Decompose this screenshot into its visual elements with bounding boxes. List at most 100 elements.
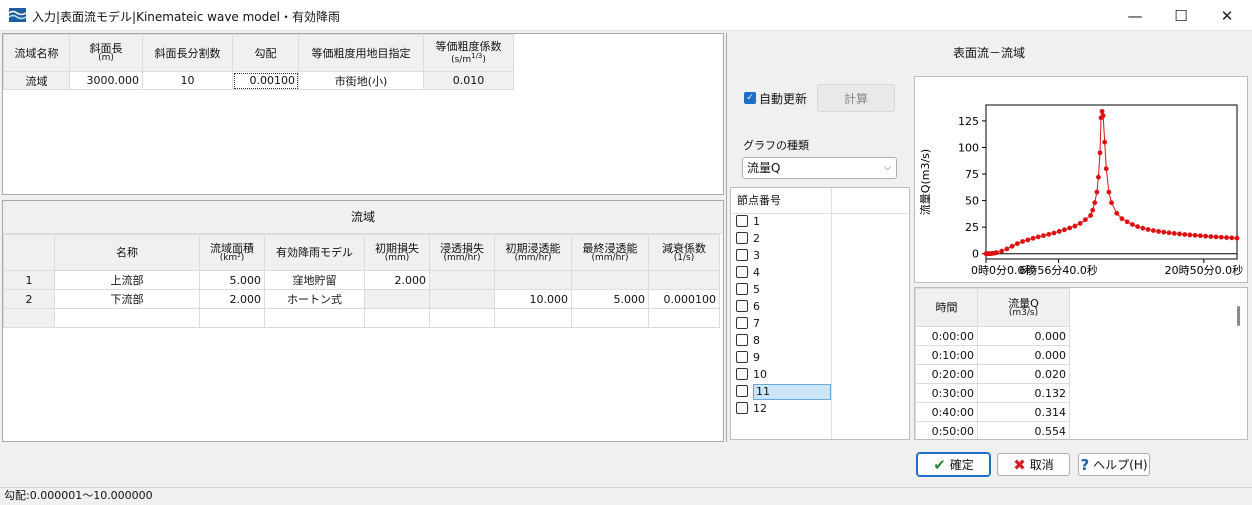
minimize-button[interactable]: — — [1112, 0, 1158, 31]
node-checkbox[interactable] — [736, 283, 748, 295]
col-header-slope-length[interactable]: 斜面長 (m) — [69, 34, 143, 72]
table-row[interactable]: 0:10:00 0.000 — [915, 345, 1070, 365]
area-cell[interactable]: 5.000 — [199, 270, 265, 290]
node-checkbox[interactable] — [736, 402, 748, 414]
app-icon — [9, 8, 26, 22]
col-header-infiltration-loss[interactable]: 浸透損失 (mm/hr) — [429, 234, 495, 271]
table-row[interactable]: 0:50:00 0.554 — [915, 421, 1070, 439]
area-cell[interactable] — [199, 308, 265, 328]
col-header-decay[interactable]: 減衰係数 (1/s) — [648, 234, 720, 271]
final-infiltration-cell[interactable]: 5.000 — [571, 289, 649, 309]
calculate-button[interactable]: 計算 — [817, 84, 895, 112]
maximize-button[interactable]: ☐ — [1158, 0, 1204, 31]
time-cell[interactable]: 0:20:00 — [915, 364, 978, 384]
row-number[interactable]: 2 — [3, 289, 55, 309]
initial-infiltration-cell[interactable] — [494, 308, 572, 328]
gradient-cell[interactable]: 0.00100 — [232, 71, 299, 90]
node-label: 12 — [753, 402, 767, 415]
node-row[interactable]: 8 — [731, 333, 909, 350]
node-row[interactable]: 1 — [731, 214, 909, 231]
col-header-basin-name[interactable]: 流域名称 — [3, 34, 70, 72]
table-row[interactable]: 1 上流部 5.000 窪地貯留 2.000 — [3, 270, 720, 290]
row-number[interactable] — [3, 308, 55, 328]
node-checkbox[interactable] — [736, 368, 748, 380]
time-cell[interactable]: 0:10:00 — [915, 345, 978, 365]
name-cell[interactable] — [54, 308, 200, 328]
col-header-area[interactable]: 流域面積 (km²) — [199, 234, 265, 271]
col-header-slope-divisions[interactable]: 斜面長分割数 — [142, 34, 233, 72]
rain-model-cell[interactable]: 窪地貯留 — [264, 270, 365, 290]
node-row[interactable]: 10 — [731, 367, 909, 384]
col-header-land-use[interactable]: 等価粗度用地目指定 — [298, 34, 424, 72]
cancel-button[interactable]: ✖ 取消 — [997, 453, 1070, 476]
node-checkbox[interactable] — [736, 385, 748, 397]
node-row[interactable]: 3 — [731, 248, 909, 265]
node-checkbox[interactable] — [736, 249, 748, 261]
initial-infiltration-cell[interactable]: 10.000 — [494, 289, 572, 309]
node-row[interactable]: 2 — [731, 231, 909, 248]
decay-cell[interactable]: 0.000100 — [648, 289, 720, 309]
node-row[interactable]: 4 — [731, 265, 909, 282]
name-cell[interactable]: 下流部 — [54, 289, 200, 309]
basin-name-cell[interactable]: 流域 — [3, 71, 70, 90]
table-row[interactable]: 0:00:00 0.000 — [915, 326, 1070, 346]
scrollbar-thumb[interactable] — [1237, 306, 1240, 326]
node-row[interactable]: 5 — [731, 282, 909, 299]
table-row[interactable]: 0:20:00 0.020 — [915, 364, 1070, 384]
node-row[interactable]: 12 — [731, 401, 909, 418]
node-checkbox[interactable] — [736, 317, 748, 329]
roughness-cell[interactable]: 0.010 — [423, 71, 514, 90]
flow-cell[interactable]: 0.314 — [977, 402, 1070, 422]
final-infiltration-cell[interactable] — [571, 308, 649, 328]
node-row[interactable]: 9 — [731, 350, 909, 367]
col-header-final-infiltration[interactable]: 最終浸透能 (mm/hr) — [571, 234, 649, 271]
initial-loss-cell[interactable]: 2.000 — [364, 270, 430, 290]
graph-type-select[interactable]: 流量Q ⌵ — [742, 157, 897, 179]
col-header-roughness[interactable]: 等価粗度係数 (s/m1/3) — [423, 34, 514, 72]
node-row[interactable]: 6 — [731, 299, 909, 316]
table-row[interactable]: 0:30:00 0.132 — [915, 383, 1070, 403]
col-header-gradient[interactable]: 勾配 — [232, 34, 299, 72]
land-use-cell[interactable]: 市街地(小) — [298, 71, 424, 90]
help-button[interactable]: ? ヘルプ(H) — [1078, 453, 1150, 476]
node-row[interactable]: 11 — [731, 384, 909, 401]
flow-cell[interactable]: 0.020 — [977, 364, 1070, 384]
node-row[interactable]: 7 — [731, 316, 909, 333]
infiltration-loss-cell[interactable] — [429, 308, 495, 328]
node-checkbox[interactable] — [736, 215, 748, 227]
node-checkbox[interactable] — [736, 266, 748, 278]
table-row-new[interactable] — [3, 308, 720, 328]
col-header-name[interactable]: 名称 — [54, 234, 200, 271]
time-cell[interactable]: 0:00:00 — [915, 326, 978, 346]
table-row[interactable]: 2 下流部 2.000 ホートン式 10.000 5.000 0.000100 — [3, 289, 720, 309]
node-checkbox[interactable] — [736, 334, 748, 346]
col-header-rain-model[interactable]: 有効降雨モデル — [264, 234, 365, 271]
rain-model-cell[interactable]: ホートン式 — [264, 289, 365, 309]
flow-cell[interactable]: 0.554 — [977, 421, 1070, 439]
flow-cell[interactable]: 0.000 — [977, 326, 1070, 346]
time-cell[interactable]: 0:30:00 — [915, 383, 978, 403]
initial-loss-cell[interactable] — [364, 308, 430, 328]
auto-update-checkbox[interactable]: ✓ — [744, 92, 756, 104]
node-checkbox[interactable] — [736, 300, 748, 312]
col-header-initial-infiltration[interactable]: 初期浸透能 (mm/hr) — [494, 234, 572, 271]
flow-cell[interactable]: 0.000 — [977, 345, 1070, 365]
col-header-initial-loss[interactable]: 初期損失 (mm) — [364, 234, 430, 271]
row-number[interactable]: 1 — [3, 270, 55, 290]
time-cell[interactable]: 0:50:00 — [915, 421, 978, 439]
node-checkbox[interactable] — [736, 232, 748, 244]
slope-length-cell[interactable]: 3000.000 — [69, 71, 143, 90]
col-header-flow[interactable]: 流量Q (m3/s) — [977, 288, 1070, 327]
area-cell[interactable]: 2.000 — [199, 289, 265, 309]
col-header-time[interactable]: 時間 — [915, 288, 978, 327]
ok-button[interactable]: ✔ 確定 — [916, 452, 991, 477]
slope-divisions-cell[interactable]: 10 — [142, 71, 233, 90]
rain-model-cell[interactable] — [264, 308, 365, 328]
close-button[interactable]: ✕ — [1204, 0, 1250, 31]
flow-cell[interactable]: 0.132 — [977, 383, 1070, 403]
time-cell[interactable]: 0:40:00 — [915, 402, 978, 422]
table-row[interactable]: 0:40:00 0.314 — [915, 402, 1070, 422]
decay-cell[interactable] — [648, 308, 720, 328]
name-cell[interactable]: 上流部 — [54, 270, 200, 290]
node-checkbox[interactable] — [736, 351, 748, 363]
